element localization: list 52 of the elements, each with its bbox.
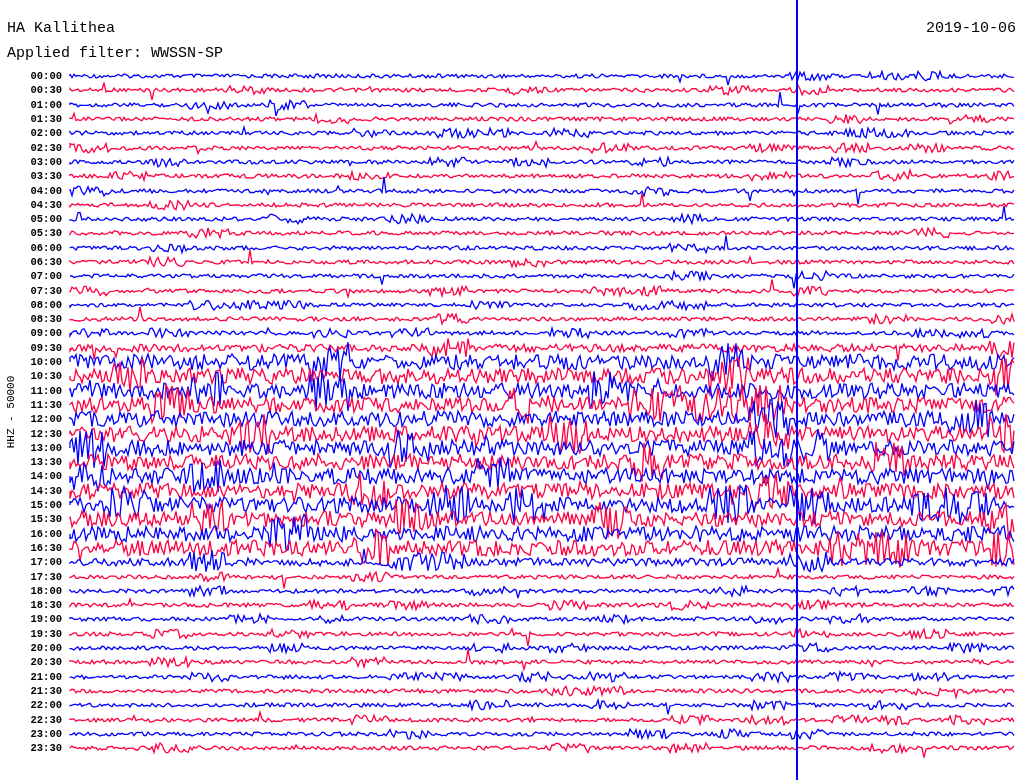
time-label: 08:00 — [29, 298, 62, 311]
time-label: 19:00 — [29, 613, 62, 626]
time-label: 03:00 — [29, 155, 62, 168]
time-label: 07:30 — [29, 284, 62, 297]
time-label: 11:00 — [29, 384, 62, 397]
time-label: 02:30 — [29, 141, 62, 154]
time-label: 08:30 — [29, 313, 62, 326]
time-label: 06:30 — [29, 256, 62, 268]
filter-label: Applied filter: WWSSN-SP — [6, 44, 225, 63]
time-label: 20:30 — [29, 656, 62, 669]
time-label: 11:30 — [29, 398, 62, 411]
time-label: 21:30 — [29, 684, 62, 697]
time-label: 09:00 — [29, 327, 62, 340]
time-label: 02:00 — [29, 127, 62, 140]
time-label: 15:00 — [29, 499, 62, 512]
time-label: 03:30 — [29, 170, 62, 183]
time-label: 23:30 — [29, 742, 62, 755]
time-label: 00:30 — [29, 84, 62, 97]
time-label: 14:00 — [29, 470, 62, 483]
time-label: 07:00 — [29, 270, 62, 283]
time-label: 13:30 — [29, 456, 62, 469]
axis-label: HHZ - 50000 — [5, 375, 17, 449]
time-label: 19:30 — [29, 627, 62, 640]
time-label: 01:00 — [29, 98, 62, 111]
time-label: 10:00 — [29, 356, 62, 369]
time-label: 13:00 — [29, 441, 62, 454]
time-label: 21:00 — [29, 670, 62, 683]
time-label: 16:30 — [29, 541, 62, 554]
time-label: 22:00 — [29, 699, 62, 712]
time-label: 05:00 — [29, 213, 62, 226]
time-label: 00:00 — [29, 70, 62, 83]
time-label: 23:00 — [29, 727, 62, 740]
time-label: 10:30 — [29, 370, 62, 383]
time-label: 09:30 — [29, 341, 62, 354]
time-label: 14:30 — [29, 484, 62, 497]
time-label: 17:30 — [29, 570, 62, 583]
time-label: 17:00 — [29, 556, 62, 569]
time-label: 06:00 — [29, 241, 62, 254]
time-label: 12:00 — [29, 413, 62, 426]
time-label: 01:30 — [29, 113, 62, 126]
time-label: 05:30 — [29, 227, 62, 240]
time-label: 15:30 — [29, 513, 62, 526]
date-label: 2019-10-06 — [926, 20, 1016, 38]
time-label: 12:30 — [29, 427, 62, 440]
station-name: HA Kallithea — [7, 20, 116, 38]
time-label: 04:00 — [29, 184, 62, 197]
time-label: 18:30 — [29, 599, 62, 612]
time-label: 16:00 — [29, 527, 62, 540]
time-label: 04:30 — [29, 198, 62, 211]
time-label: 20:00 — [29, 642, 62, 654]
time-label: 22:30 — [29, 713, 62, 726]
time-label: 18:00 — [29, 584, 62, 597]
